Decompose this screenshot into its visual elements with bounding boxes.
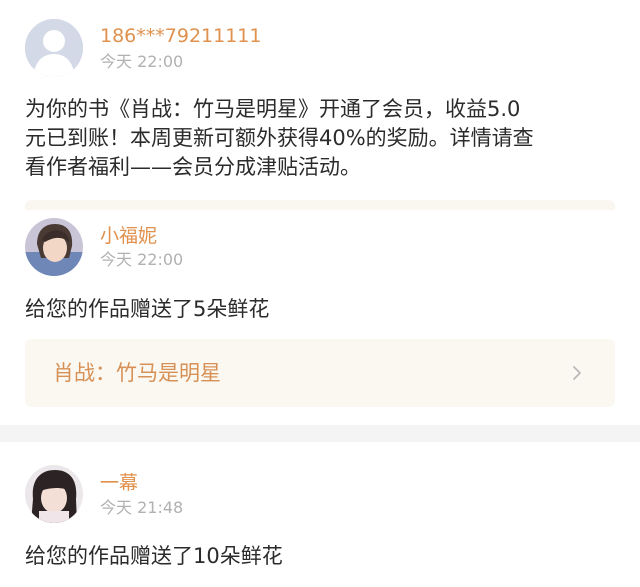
card-top-edge	[25, 200, 615, 210]
notice-timestamp: 今天 22:00	[100, 52, 184, 71]
notice-line: 元已到账！本周更新可额外获得40%的奖励。详情请查	[25, 126, 534, 150]
gift-timestamp: 今天 22:00	[100, 250, 184, 269]
gift-timestamp: 今天 21:48	[100, 498, 184, 517]
notice-line: 为你的书《肖战：竹马是明星》开通了会员，收益5.0	[25, 97, 521, 121]
section-divider	[0, 425, 640, 442]
chevron-right-icon	[573, 366, 581, 380]
default-user-silhouette-icon	[25, 19, 83, 77]
notice-line: 看作者福利——会员分成津贴活动。	[25, 155, 361, 179]
gift-sender-name[interactable]: 小福妮	[100, 227, 157, 246]
user-photo-icon	[25, 218, 83, 276]
avatar[interactable]	[25, 218, 83, 276]
avatar[interactable]	[25, 465, 83, 523]
gift-message: 给您的作品赠送了10朵鲜花	[25, 544, 283, 568]
gift-sender-name[interactable]: 一幕	[100, 474, 138, 493]
notice-body: 为你的书《肖战：竹马是明星》开通了会员，收益5.0 元已到账！本周更新可额外获得…	[25, 95, 625, 182]
default-avatar-icon[interactable]	[25, 19, 83, 77]
book-title: 肖战：竹马是明星	[53, 361, 221, 385]
notice-sender-name[interactable]: 186***79211111	[100, 27, 261, 46]
user-photo-icon	[25, 465, 83, 523]
book-link-card[interactable]: 肖战：竹马是明星	[25, 339, 615, 407]
system-notice: 186***79211111 今天 22:00 为你的书《肖战：竹马是明星》开通…	[0, 0, 640, 205]
gift-message: 给您的作品赠送了5朵鲜花	[25, 297, 270, 321]
